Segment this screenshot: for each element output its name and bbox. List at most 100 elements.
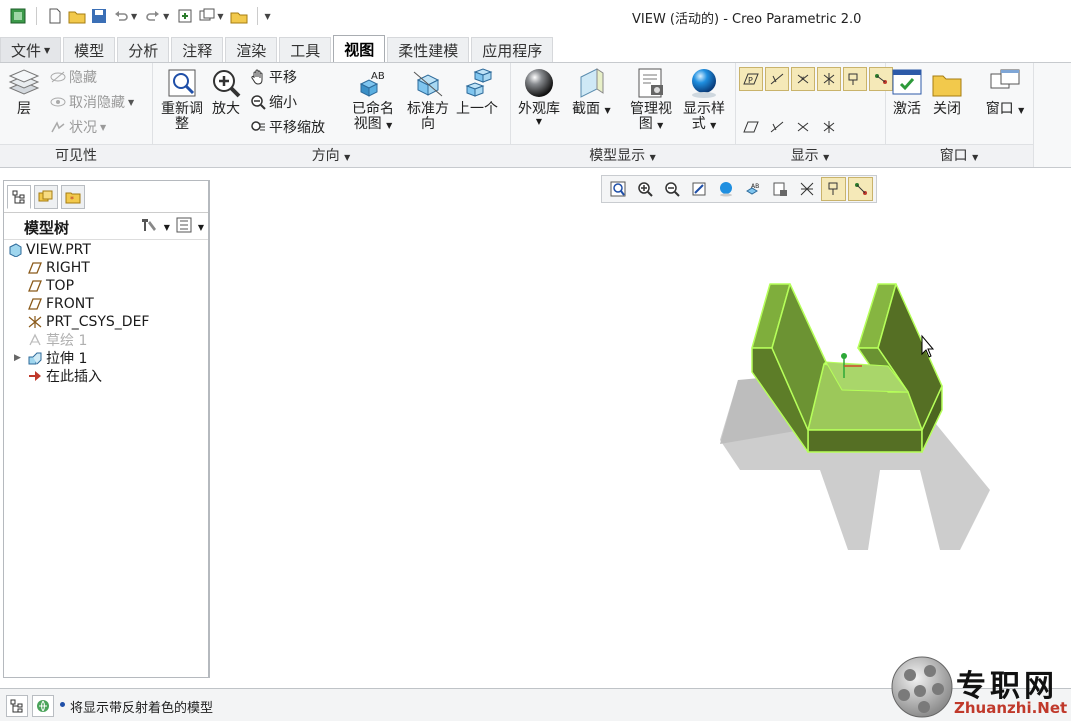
hand-icon [250,69,266,85]
group-label-window[interactable]: 窗口 ▼ [885,144,1033,167]
chevron-down-icon: ▼ [972,153,979,162]
standard-orientation-icon [412,67,444,99]
previous-view-button[interactable]: 上一个 [456,67,498,117]
svg-text:x: x [801,75,805,82]
favorites-tab-icon[interactable]: * [61,185,85,209]
watermark: 专职网 Zhuanzhi.Net [886,655,1071,720]
open-folder-icon[interactable] [67,6,87,26]
csys-display-icon[interactable] [817,67,841,91]
redo-icon[interactable] [143,6,163,26]
tab-file[interactable]: 文件 ▼ [0,37,62,62]
section-button[interactable]: 截面 ▼ [572,67,611,118]
zoom-in-button[interactable]: 放大 [210,67,242,117]
spin-center-icon[interactable] [848,177,873,201]
manage-views-button[interactable]: 管理视图 ▼ [626,67,676,133]
pan-button[interactable]: 平移 [250,67,297,87]
refit-icon[interactable] [605,177,630,201]
repaint-icon[interactable] [686,177,711,201]
tab-analysis[interactable]: 分析 [117,37,170,62]
tree-node-insert-here[interactable]: 在此插入 [28,367,102,385]
activate-window-icon [891,67,923,99]
tab-model[interactable]: 模型 [63,37,116,62]
new-file-icon[interactable] [45,6,65,26]
tree-settings-dropdown-icon[interactable]: ▼ [164,223,170,232]
close-window-icon[interactable] [229,6,249,26]
manage-views-icon [635,67,667,99]
axis-display-icon[interactable] [765,67,789,91]
group-label-show[interactable]: 显示 ▼ [735,144,885,167]
appearance-gallery-button[interactable]: 外观库 ▼ [514,67,564,126]
show-toggles-row1: P x [739,67,893,91]
model-tree-tab-icon[interactable] [7,185,31,209]
app-icon[interactable] [8,6,28,26]
plane-tag-display-icon[interactable] [739,115,763,139]
group-label-orientation[interactable]: 方向 ▼ [152,144,510,167]
folder-browser-tab-icon[interactable] [34,185,58,209]
windows-dropdown-icon[interactable]: ▼ [217,12,223,21]
activate-button[interactable]: 激活 [891,67,923,117]
zoom-in-icon [210,67,242,99]
navigator-tabs: * [7,185,85,209]
toggle-browser-icon[interactable] [32,695,54,717]
csys-tag-display-icon[interactable] [817,115,841,139]
unhide-button[interactable]: 取消隐藏 ▼ [50,92,134,112]
undo-dropdown-icon[interactable]: ▼ [131,12,137,21]
chevron-down-icon: ▼ [100,122,107,132]
display-style-button[interactable]: 显示样式 ▼ [680,67,728,133]
named-views-button[interactable]: AB 已命名视图 ▼ [348,67,398,133]
refit-button[interactable]: 重新调整 [158,67,206,132]
tree-node-extrude[interactable]: ▶ 拉伸 1 [14,349,87,367]
chevron-down-icon: ▼ [823,153,830,162]
annotation-display-icon[interactable] [843,67,867,91]
display-style-icon[interactable] [713,177,738,201]
plane-display-icon[interactable]: P [739,67,763,91]
annotation-display-icon[interactable] [821,177,846,201]
tab-tools[interactable]: 工具 [279,37,332,62]
tree-node-top[interactable]: TOP [28,277,74,295]
tree-columns-icon[interactable] [176,217,192,237]
tree-settings-icon[interactable] [140,217,158,237]
redo-dropdown-icon[interactable]: ▼ [163,12,169,21]
quick-access-toolbar: ▼ ▼ ▼ ▼ [8,6,275,26]
tree-node-sketch[interactable]: 草绘 1 [28,331,87,349]
regenerate-icon[interactable] [175,6,195,26]
watermark-logo-icon [891,656,953,718]
windows-button[interactable]: 窗口 ▼ [981,67,1029,118]
zoom-out-button[interactable]: 缩小 [250,92,297,112]
tree-node-csys[interactable]: PRT_CSYS_DEF [28,313,149,331]
undo-icon[interactable] [111,6,131,26]
tab-applications[interactable]: 应用程序 [471,37,554,62]
axis-tag-display-icon[interactable] [765,115,789,139]
display-style-icon [688,67,720,99]
tab-view[interactable]: 视图 [333,35,386,62]
zoom-out-icon[interactable] [659,177,684,201]
save-icon[interactable] [89,6,109,26]
zoom-in-icon[interactable] [632,177,657,201]
tree-node-right[interactable]: RIGHT [28,259,90,277]
hide-button[interactable]: 隐藏 [50,67,97,87]
tree-node-root[interactable]: VIEW.PRT [8,241,91,259]
point-display-icon[interactable]: x [791,67,815,91]
expand-arrow-icon[interactable]: ▶ [14,353,24,363]
windows-icon[interactable] [197,6,217,26]
tab-flexible-modeling[interactable]: 柔性建模 [387,37,470,62]
tree-node-front[interactable]: FRONT [28,295,94,313]
tree-columns-dropdown-icon[interactable]: ▼ [198,223,204,232]
view-manager-icon[interactable] [767,177,792,201]
status-button[interactable]: 状况 ▼ [50,117,106,137]
model-tree-title: 模型树 [24,219,70,237]
toggle-navigator-icon[interactable] [6,695,28,717]
u-part-model [751,283,943,453]
tab-render[interactable]: 渲染 [225,37,278,62]
zoom-out-icon [250,94,266,110]
standard-orientation-button[interactable]: 标准方向 [404,67,452,132]
pan-zoom-button[interactable]: 平移缩放 [250,117,325,137]
group-label-model-display[interactable]: 模型显示 ▼ [510,144,735,167]
datum-display-filters-icon[interactable] [794,177,819,201]
saved-orientations-icon[interactable]: AB [740,177,765,201]
close-button[interactable]: 关闭 [931,67,963,117]
tab-annotate[interactable]: 注释 [171,37,224,62]
customize-qat-icon[interactable]: ▼ [264,12,270,21]
point-tag-display-icon[interactable] [791,115,815,139]
layers-button[interactable]: 层 [8,67,40,117]
